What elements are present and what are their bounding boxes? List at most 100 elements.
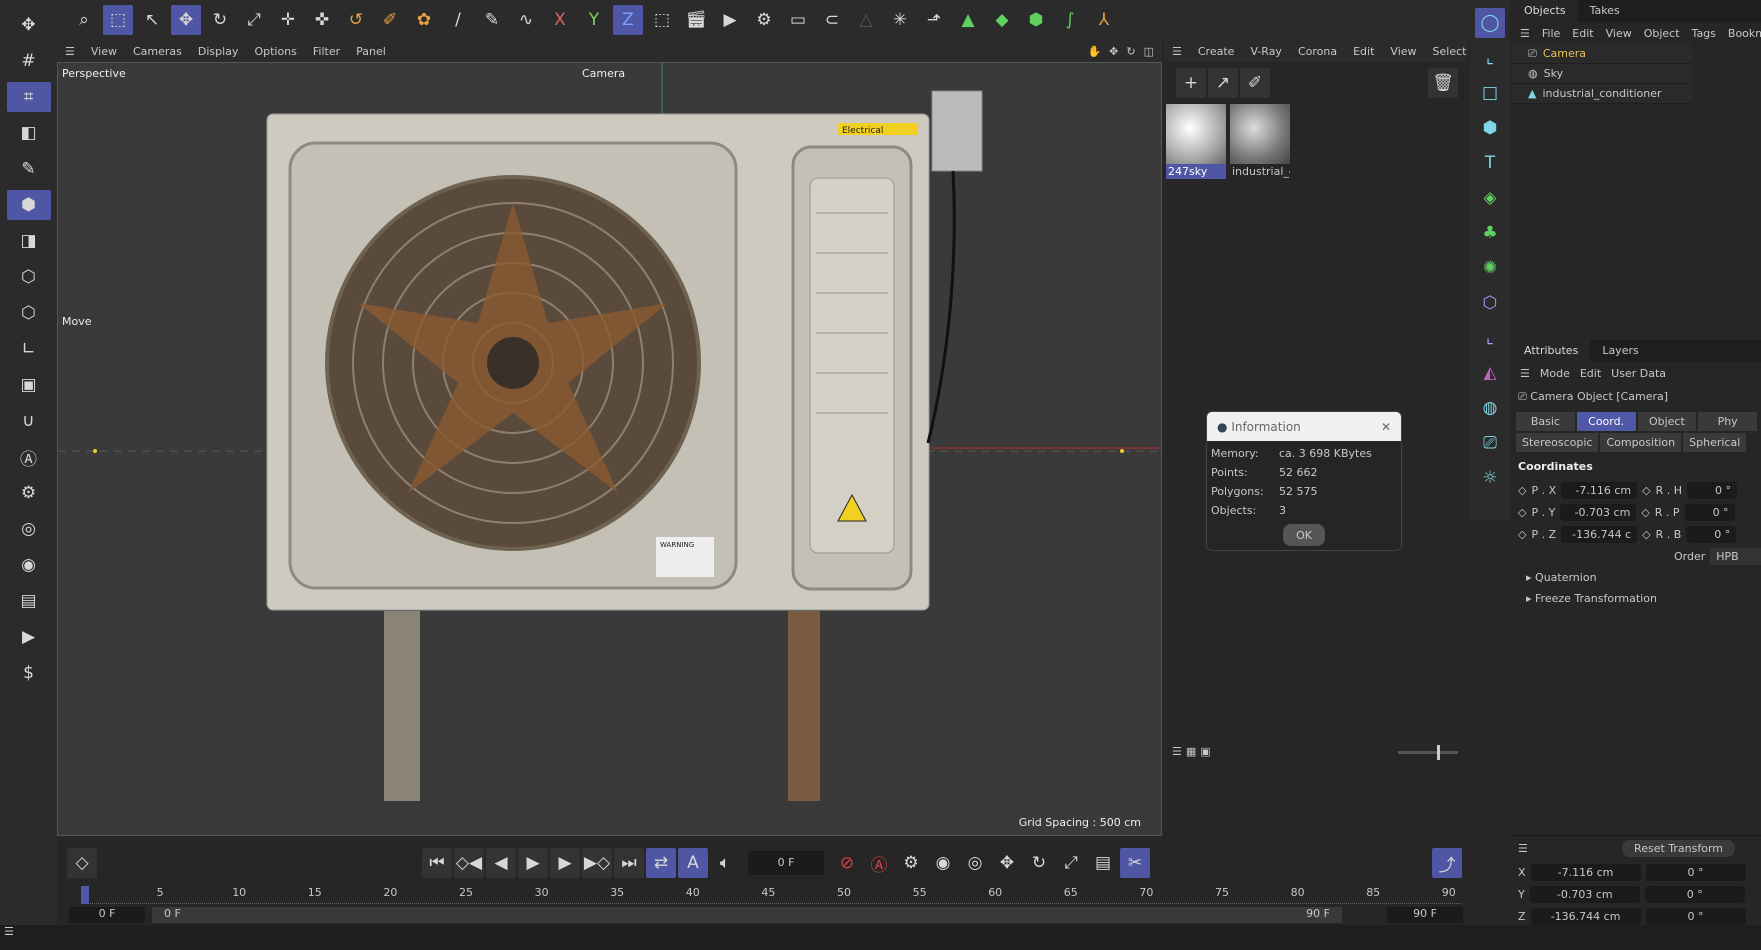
search-icon[interactable]: ⌕ <box>69 5 99 35</box>
start-frame-field[interactable]: 0 F <box>69 907 145 923</box>
rectangle-icon[interactable]: □ <box>1475 78 1505 108</box>
autokey-record-icon[interactable]: Ⓐ <box>864 848 894 878</box>
render-queue-icon[interactable]: ▭ <box>783 5 813 35</box>
obj-menu-view[interactable]: View <box>1606 27 1632 40</box>
tab-layers[interactable]: Layers <box>1590 340 1650 362</box>
figure-icon[interactable]: ⅄ <box>1089 5 1119 35</box>
zoom-slider[interactable] <box>1398 745 1458 760</box>
coord-system-icon[interactable]: ⬚ <box>647 5 677 35</box>
scale-key-icon[interactable]: ⤢ <box>1056 848 1086 878</box>
tab-coord[interactable]: Coord. <box>1576 412 1636 431</box>
volume-icon[interactable]: ◭ <box>1475 358 1505 388</box>
render-icon[interactable]: ▤ <box>7 586 51 616</box>
coord-z-pos[interactable]: -136.744 cm <box>1530 907 1641 925</box>
freeze-group[interactable]: ▸ Freeze Transformation <box>1512 588 1761 609</box>
reset-transform-button[interactable]: Reset Transform <box>1622 840 1735 857</box>
timeline-ruler[interactable]: 051015202530354045505560657075808590 <box>81 886 1461 904</box>
export-icon[interactable]: ⬏ <box>919 5 949 35</box>
transform-icon[interactable]: ✛ <box>273 5 303 35</box>
deformer-icon[interactable]: ⬡ <box>1475 288 1505 318</box>
maximize-icon[interactable]: ◫ <box>1144 45 1154 58</box>
go-end-icon[interactable]: ⏭ <box>614 848 644 878</box>
a-icon[interactable]: Ⓐ <box>7 442 51 472</box>
vray-icon[interactable]: ▲ <box>953 5 983 35</box>
keyframe-icon[interactable]: ◇ <box>1518 528 1526 541</box>
keyframe-icon[interactable]: ◇ <box>67 848 97 878</box>
mat-menu-create[interactable]: Create <box>1198 45 1235 58</box>
obj-menu-object[interactable]: Object <box>1644 27 1680 40</box>
play-render-icon[interactable]: ▶ <box>7 622 51 652</box>
param-key-icon[interactable]: ▤ <box>1088 848 1118 878</box>
keyframe-icon[interactable]: ◇ <box>1518 484 1526 497</box>
range-slider[interactable]: 0 F 90 F <box>152 907 1342 923</box>
viewport-menu-panel[interactable]: Panel <box>356 45 386 58</box>
viewport-menu-display[interactable]: Display <box>198 45 239 58</box>
settings-icon[interactable]: ⚙ <box>7 478 51 508</box>
tab-spherical[interactable]: Spherical <box>1683 433 1747 452</box>
keyframe-icon[interactable]: ◇ <box>1641 506 1649 519</box>
field-icon[interactable]: ⌞ <box>1475 323 1505 353</box>
trash-icon[interactable]: 🗑︎ <box>1428 68 1458 98</box>
axis-y-toggle[interactable]: Y <box>579 5 609 35</box>
obj-menu-tags[interactable]: Tags <box>1692 27 1716 40</box>
coord-x-rot[interactable]: 0 ° <box>1645 863 1746 881</box>
render-view-icon[interactable]: 🎬︎ <box>681 5 711 35</box>
cube-green2-icon[interactable]: ⬢ <box>1021 5 1051 35</box>
rot-b-field[interactable]: 0 ° <box>1686 525 1737 543</box>
texture-icon[interactable]: ▣ <box>7 370 51 400</box>
rot-h-field[interactable]: 0 ° <box>1687 481 1738 499</box>
pen-icon[interactable]: ✎ <box>7 154 51 184</box>
record-icon[interactable]: ⊘ <box>832 848 862 878</box>
cloner-icon[interactable]: ♣ <box>1475 218 1505 248</box>
coord-x-pos[interactable]: -7.116 cm <box>1530 863 1641 881</box>
live-select-icon[interactable]: ↖ <box>137 5 167 35</box>
snap-grid-icon[interactable]: ⌗ <box>6 82 51 112</box>
attr-menu-mode[interactable]: Mode <box>1540 367 1570 380</box>
tab-objects[interactable]: Objects <box>1512 0 1578 22</box>
polygons-icon[interactable]: ◨ <box>7 226 51 256</box>
menu-icon[interactable]: ☰ <box>1520 27 1530 40</box>
pla-key-icon[interactable]: ✂ <box>1120 848 1150 878</box>
magnet-icon[interactable]: ∪ <box>7 406 51 436</box>
arrow-icon[interactable]: ↗ <box>1208 68 1238 98</box>
order-select[interactable]: HPB <box>1710 547 1761 565</box>
playhead[interactable] <box>81 886 89 904</box>
tab-object[interactable]: Object <box>1637 412 1697 431</box>
tab-takes[interactable]: Takes <box>1578 0 1632 22</box>
quaternion-group[interactable]: ▸ Quaternion <box>1512 567 1761 588</box>
brush3-icon[interactable]: ✿ <box>409 5 439 35</box>
tab-physical[interactable]: Phy <box>1698 412 1757 431</box>
obj-menu-file[interactable]: File <box>1542 27 1560 40</box>
environment-icon[interactable]: ◍ <box>1475 393 1505 423</box>
coord-y-pos[interactable]: -0.703 cm <box>1529 885 1640 903</box>
axis-x-toggle[interactable]: X <box>545 5 575 35</box>
end-frame-field[interactable]: 90 F <box>1387 907 1463 923</box>
tab-attributes[interactable]: Attributes <box>1512 340 1591 362</box>
cube-icon[interactable]: ⬢ <box>1475 113 1505 143</box>
material-247sky[interactable]: 247sky <box>1166 104 1226 179</box>
edges-icon[interactable]: ⬡ <box>7 262 51 292</box>
play-icon[interactable]: ▶ <box>518 848 548 878</box>
move-icon[interactable]: ✥ <box>7 10 51 40</box>
tab-stereoscopic[interactable]: Stereoscopic <box>1516 433 1599 452</box>
eyedropper-icon[interactable]: ✐ <box>1240 68 1270 98</box>
light-icon[interactable]: ☼ <box>1475 463 1505 493</box>
motion-icon[interactable]: ◉ <box>928 848 958 878</box>
menu-icon[interactable]: ☰ <box>65 45 75 58</box>
tab-basic[interactable]: Basic <box>1516 412 1575 431</box>
rot-key-icon[interactable]: ↻ <box>1024 848 1054 878</box>
close-icon[interactable]: ✕ <box>1381 420 1391 434</box>
object-row-camera[interactable]: ⎚ Camera <box>1512 44 1692 64</box>
pos-x-field[interactable]: -7.116 cm <box>1561 481 1638 499</box>
knife-icon[interactable]: / <box>443 5 473 35</box>
transform2-icon[interactable]: ✜ <box>307 5 337 35</box>
viewport-menu-cameras[interactable]: Cameras <box>133 45 182 58</box>
sphere-icon[interactable]: ◯ <box>1475 8 1505 38</box>
pos-z-field[interactable]: -136.744 c <box>1561 525 1638 543</box>
fcurve-icon[interactable]: ⤴ <box>1432 848 1462 878</box>
motion2-icon[interactable]: ◎ <box>960 848 990 878</box>
loop-icon[interactable]: ⇄ <box>646 848 676 878</box>
obj-menu-edit[interactable]: Edit <box>1572 27 1593 40</box>
generator-icon[interactable]: ◈ <box>1475 183 1505 213</box>
orbit-icon[interactable]: ↻ <box>1126 45 1135 58</box>
